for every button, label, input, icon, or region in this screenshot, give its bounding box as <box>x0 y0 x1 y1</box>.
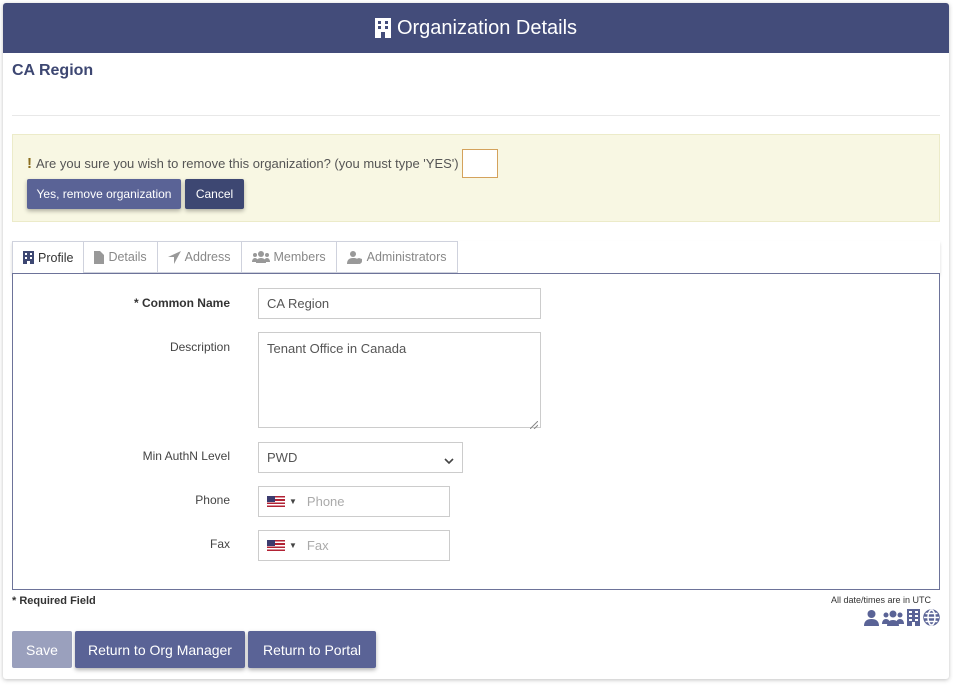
description-label: Description <box>169 340 230 354</box>
caret-down-icon[interactable]: ▼ <box>289 497 297 506</box>
authn-level-value: PWD <box>267 450 298 465</box>
location-arrow-icon <box>167 250 181 264</box>
us-flag-icon[interactable] <box>267 540 285 551</box>
user-icon[interactable] <box>864 609 879 626</box>
document-icon <box>94 250 105 264</box>
alert-message: Are you sure you wish to remove this org… <box>36 156 459 171</box>
organization-name: CA Region <box>12 62 94 79</box>
return-to-portal-button[interactable]: Return to Portal <box>248 631 376 668</box>
authn-level-label: Min AuthN Level <box>142 449 230 463</box>
tab-label: Administrators <box>366 250 447 264</box>
organization-details-card: Organization Details CA Region ! Are you… <box>3 3 949 679</box>
chevron-down-icon <box>444 453 454 468</box>
fax-field[interactable]: ▼ Fax <box>258 530 450 561</box>
globe-icon[interactable] <box>923 609 940 626</box>
tab-bar: Profile Details Address Members Administ… <box>12 241 940 274</box>
phone-input[interactable]: Phone <box>307 494 345 509</box>
tab-label: Address <box>184 250 231 264</box>
building-icon[interactable] <box>907 609 920 626</box>
cancel-button[interactable]: Cancel <box>185 179 244 209</box>
return-to-org-manager-button[interactable]: Return to Org Manager <box>75 631 245 668</box>
description-textarea[interactable]: Tenant Office in Canada <box>258 332 541 430</box>
phone-label: Phone <box>195 493 230 507</box>
resize-handle-icon[interactable] <box>529 417 539 430</box>
exclamation-icon: ! <box>27 155 32 172</box>
tab-label: Details <box>108 250 147 264</box>
description-text: Tenant Office in Canada <box>267 341 407 356</box>
tab-details[interactable]: Details <box>84 241 158 273</box>
save-button[interactable]: Save <box>12 631 72 668</box>
confirm-yes-input[interactable] <box>461 149 498 178</box>
utc-note: All date/times are in UTC <box>830 595 931 605</box>
us-flag-icon[interactable] <box>267 496 285 507</box>
building-icon <box>374 18 391 38</box>
tab-label: Profile <box>38 250 74 265</box>
remove-organization-button[interactable]: Yes, remove organization <box>27 179 181 209</box>
common-name-input[interactable]: CA Region <box>258 288 541 319</box>
authn-level-select[interactable]: PWD <box>258 442 463 473</box>
caret-down-icon[interactable]: ▼ <box>289 541 297 550</box>
tab-address[interactable]: Address <box>157 241 242 273</box>
user-shield-icon <box>346 250 363 264</box>
required-field-note: * Required Field <box>12 595 96 607</box>
tab-profile[interactable]: Profile <box>12 241 85 274</box>
users-icon[interactable] <box>882 610 904 626</box>
phone-field[interactable]: ▼ Phone <box>258 486 450 517</box>
tab-administrators[interactable]: Administrators <box>336 241 458 273</box>
users-icon <box>251 251 270 263</box>
page-title: Organization Details <box>396 16 578 39</box>
tab-label: Members <box>273 250 326 264</box>
footer-icons <box>864 609 940 626</box>
page-header: Organization Details <box>3 3 949 53</box>
profile-panel: * Common Name CA Region Description Tena… <box>12 273 940 590</box>
building-icon <box>23 251 34 264</box>
common-name-label: * Common Name <box>133 296 230 310</box>
fax-label: Fax <box>209 537 230 551</box>
tab-members[interactable]: Members <box>241 241 337 273</box>
divider <box>12 115 940 116</box>
remove-confirmation-alert: ! Are you sure you wish to remove this o… <box>12 134 940 222</box>
fax-input[interactable]: Fax <box>307 538 329 553</box>
